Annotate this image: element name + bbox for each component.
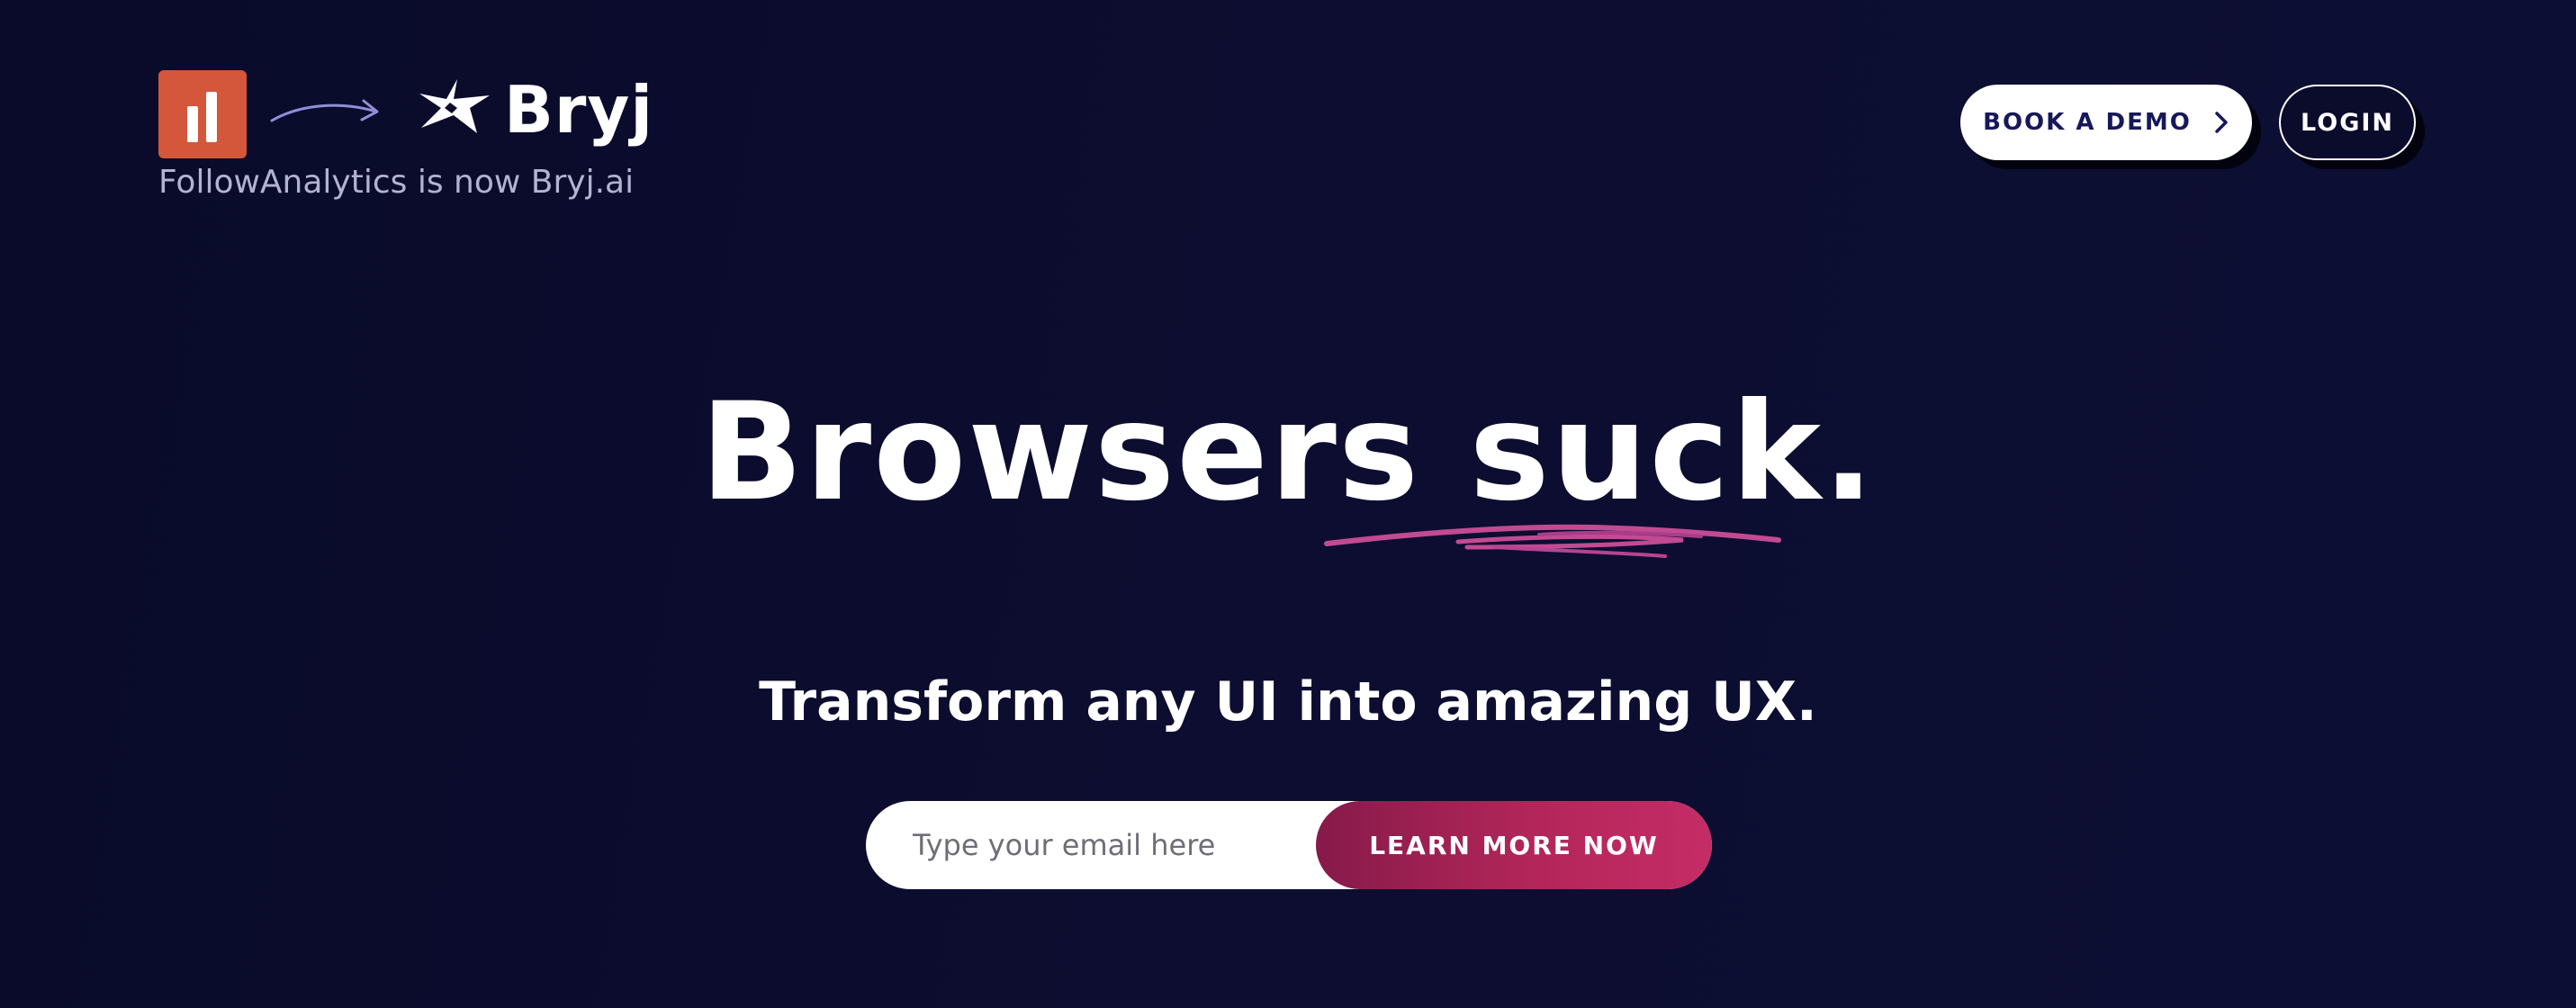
scribble-underline-icon — [1324, 524, 1781, 558]
logo-bar-tall — [206, 92, 217, 142]
hero-title: Browsers suck. — [699, 374, 1877, 531]
chevron-right-icon — [2215, 112, 2228, 133]
email-input[interactable] — [866, 801, 1370, 889]
bryj-wordmark[interactable]: Bryj — [504, 65, 653, 155]
brand-header: Bryj FollowAnalytics is now Bryj.ai — [158, 68, 662, 212]
landing-page: Bryj FollowAnalytics is now Bryj.ai BOOK… — [0, 0, 2576, 1008]
book-demo-button[interactable]: BOOK A DEMO — [1960, 85, 2252, 160]
logo-bar-short — [187, 106, 198, 142]
login-button[interactable]: LOGIN — [2279, 85, 2416, 160]
followanalytics-logo-icon[interactable] — [158, 70, 247, 158]
bryj-sparkle-icon[interactable] — [414, 76, 495, 139]
curved-arrow-right-icon — [270, 99, 379, 122]
rebrand-caption: FollowAnalytics is now Bryj.ai — [158, 164, 635, 201]
hero-subtitle: Transform any UI into amazing UX. — [759, 670, 1817, 734]
book-demo-label: BOOK A DEMO — [1983, 109, 2192, 136]
email-signup-form: LEARN MORE NOW — [866, 801, 1712, 889]
learn-more-button[interactable]: LEARN MORE NOW — [1316, 801, 1712, 889]
